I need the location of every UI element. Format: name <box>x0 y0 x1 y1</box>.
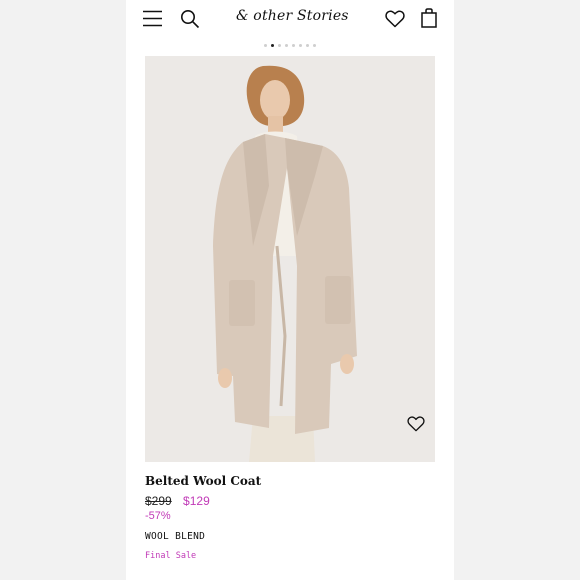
carousel-dot[interactable] <box>306 44 309 47</box>
product-image[interactable] <box>145 56 435 462</box>
top-navigation: & other Stories <box>126 0 454 40</box>
product-photo <box>145 56 435 462</box>
product-title[interactable]: Belted Wool Coat <box>145 472 435 490</box>
carousel-dot[interactable] <box>285 44 288 47</box>
final-sale-label: Final Sale <box>145 551 197 561</box>
sale-price: $129 <box>183 494 210 508</box>
carousel-dot[interactable] <box>264 44 267 47</box>
carousel-dot[interactable] <box>292 44 295 47</box>
brand-logo[interactable]: & other Stories <box>236 8 349 24</box>
carousel-dot[interactable] <box>299 44 302 47</box>
carousel-dot[interactable] <box>313 44 316 47</box>
price-row: $299 $129 <box>145 494 435 509</box>
carousel-dot[interactable] <box>278 44 281 47</box>
add-to-wishlist-icon[interactable] <box>407 416 425 432</box>
menu-icon[interactable] <box>143 10 162 27</box>
bag-icon[interactable] <box>421 8 437 28</box>
carousel-dot[interactable] <box>271 44 274 47</box>
heart-icon[interactable] <box>385 10 405 28</box>
product-page: & other Stories Belted Wool Coat $299 $1… <box>126 0 454 580</box>
material-label: WOOL BLEND <box>145 531 206 542</box>
discount-label: -57% <box>145 510 171 522</box>
original-price: $299 <box>145 494 172 508</box>
product-info: Belted Wool Coat $299 $129 -57% WOOL BLE… <box>145 472 435 562</box>
search-icon[interactable] <box>180 9 200 29</box>
carousel-indicator[interactable] <box>126 44 454 50</box>
